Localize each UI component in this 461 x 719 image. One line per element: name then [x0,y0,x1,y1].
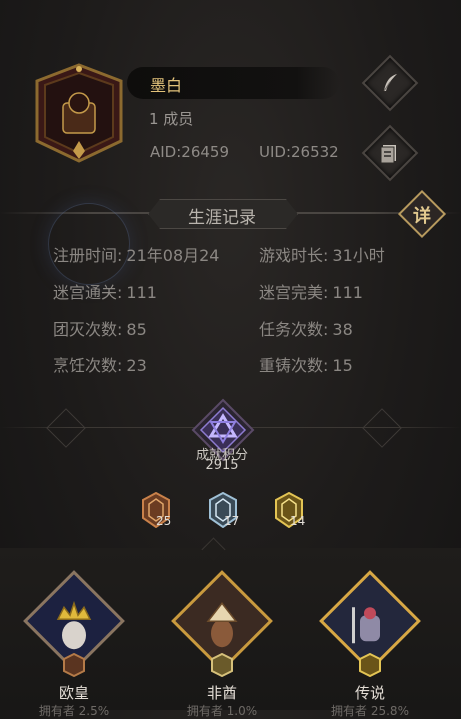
stat-play-time: 游戏时长: 31小时 [259,242,385,266]
chief-portrait-icon [206,602,238,648]
knight-portrait-icon [352,607,380,644]
section-title: 生涯记录 [188,208,256,228]
stat-value: 15 [332,356,353,375]
stat-maze-clear: 迷宫通关: 111 [53,279,157,303]
silver-count: 17 [224,514,240,528]
card-name: 欧皇 [58,684,89,702]
document-button[interactable] [361,124,419,182]
stat-label: 团灭次数: [53,320,123,339]
card-name: 传说 [354,684,385,702]
stat-value: 31小时 [332,246,385,265]
stat-cooking: 烹饪次数: 23 [53,352,147,376]
title-card-chuanshuo[interactable] [319,570,421,677]
uid-label: UID:26532 [259,143,339,161]
guild-name: 墨白 [150,76,183,95]
stat-value: 23 [126,356,147,375]
stat-label: 烹饪次数: [53,356,123,375]
bronze-count: 25 [156,514,172,528]
member-count: 1 成员 [149,110,194,128]
stat-label: 任务次数: [259,320,329,339]
stat-value: 85 [126,320,147,339]
stat-label: 游戏时长: [259,246,329,265]
gold-medal[interactable]: 14 [274,491,306,532]
title-card-feiqiu[interactable] [171,570,273,677]
silver-medal[interactable]: 17 [208,491,240,532]
stat-label: 迷宫通关: [53,283,123,302]
gold-rank-icon [359,653,381,677]
stat-value: 21年08月24 [126,246,220,265]
left-ornament [46,408,86,448]
title-card-ouhuang[interactable] [23,570,125,677]
card-owner-rate: 拥有者 1.0% [186,704,258,718]
guild-emblem[interactable] [33,63,125,163]
detail-button-label: 详 [413,206,431,227]
card-owner-rate: 拥有者 25.8% [331,704,409,718]
stat-register-time: 注册时间: 21年08月24 [53,242,220,266]
edit-button[interactable] [361,54,419,112]
crown-portrait-icon [56,600,92,650]
stat-label: 迷宫完美: [259,283,329,302]
stat-label: 重铸次数: [259,356,329,375]
gold-count: 14 [290,514,306,528]
aid-label: AID:26459 [150,143,230,161]
stat-value: 111 [332,283,363,302]
achievement-score: 2915 [205,458,239,473]
stat-quests: 任务次数: 38 [259,316,353,340]
card-name: 非酋 [206,684,237,702]
bronze-rank-icon [63,653,85,677]
stat-maze-perfect: 迷宫完美: 111 [259,279,363,303]
stat-value: 111 [126,283,157,302]
card-owner-rate: 拥有者 2.5% [38,704,110,718]
stat-label: 注册时间: [53,246,123,265]
quill-icon [370,63,410,103]
right-ornament [362,408,402,448]
stat-value: 38 [332,320,353,339]
stat-reforge: 重铸次数: 15 [259,352,353,376]
bronze-medal[interactable]: 25 [141,491,172,532]
stat-wipes: 团灭次数: 85 [53,316,147,340]
document-icon [370,133,410,173]
silver-rank-icon [211,653,233,677]
